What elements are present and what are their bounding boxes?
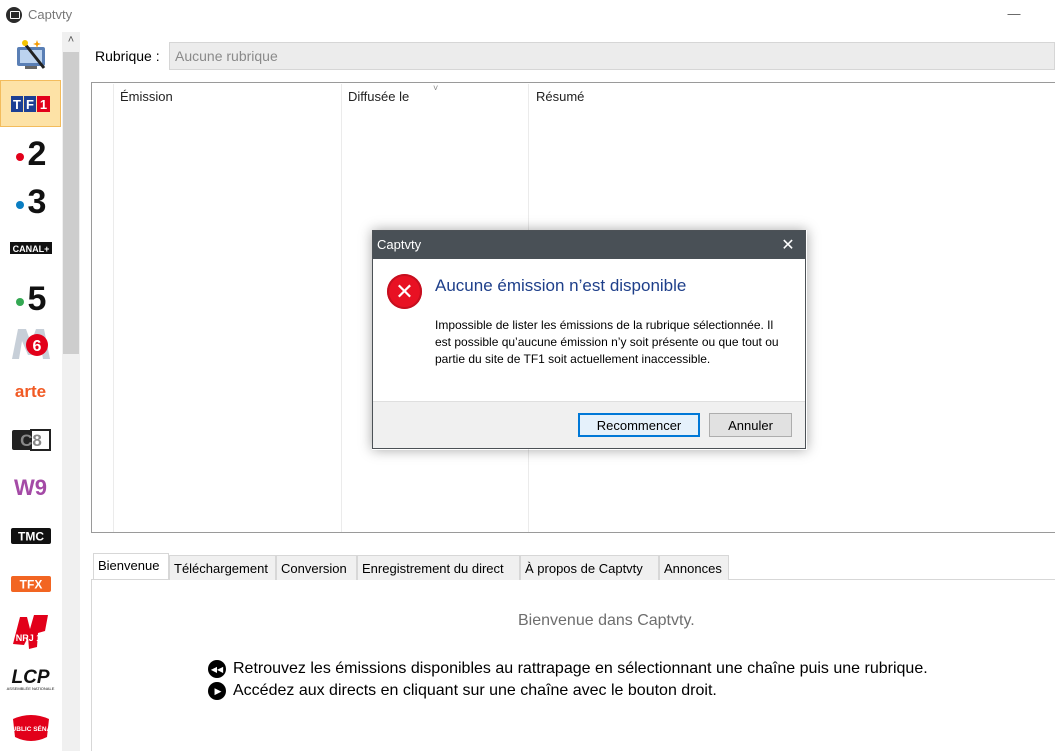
channel-nrj12[interactable]: NRJ 12: [0, 608, 61, 655]
minimize-button[interactable]: —: [1005, 6, 1023, 24]
captvty-app-icon: [6, 7, 22, 23]
column-header-emission[interactable]: Émission: [120, 89, 173, 104]
france-3-logo: 3: [15, 183, 46, 218]
dialog-titlebar: Captvty ✕: [373, 231, 805, 259]
channel-tf1[interactable]: T F 1: [0, 80, 61, 127]
m6-logo: 6: [11, 328, 50, 359]
tfx-logo-text: TFX: [19, 577, 42, 591]
rubrique-label: Rubrique :: [95, 48, 160, 64]
channel-france-3[interactable]: 3: [0, 176, 61, 223]
france-2-logo: 2: [15, 135, 46, 170]
sidebar-scroll-thumb[interactable]: [63, 52, 79, 354]
error-dialog: Captvty ✕ ✕ Aucune émission n’est dispon…: [372, 230, 806, 449]
arte-logo: arte: [14, 381, 47, 401]
dialog-heading: Aucune émission n’est disponible: [435, 276, 687, 295]
france-5-logo: 5: [15, 280, 46, 314]
magic-wand-icon: [16, 39, 45, 69]
column-header-resume[interactable]: Résumé: [536, 89, 584, 104]
public-senat-logo: PUBLIC SÉNAT: [11, 714, 51, 741]
sort-descending-icon: ˅: [433, 83, 439, 93]
column-divider: [341, 84, 342, 532]
tf1-logo: T F 1: [10, 95, 50, 112]
france-2-logo-digit: 2: [27, 135, 46, 170]
bottom-tabbar: Bienvenue Téléchargement Conversion Enre…: [91, 553, 1055, 580]
dialog-title: Captvty: [377, 237, 422, 252]
channel-france-5[interactable]: 5: [0, 272, 61, 319]
channel-lcp[interactable]: LCP ASSEMBLÉE NATIONALE: [0, 656, 61, 703]
column-divider: [113, 84, 114, 532]
lcp-logo: LCP ASSEMBLÉE NATIONALE: [7, 668, 55, 691]
france-3-logo-digit: 3: [27, 183, 46, 218]
channel-m6[interactable]: 6: [0, 320, 61, 367]
cancel-button[interactable]: Annuler: [709, 413, 792, 437]
lcp-logo-text: LCP: [11, 667, 50, 688]
nrj12-logo: NRJ 12: [12, 614, 48, 649]
tab-annonces[interactable]: Annonces: [659, 555, 729, 580]
hint-replay-text: Retrouvez les émissions disponibles au r…: [233, 660, 928, 677]
france-5-logo-digit: 5: [27, 280, 46, 314]
tf1-logo-label-f: F: [26, 97, 34, 112]
tab-a-propos[interactable]: À propos de Captvty: [520, 555, 659, 580]
tf1-logo-label-1: 1: [39, 97, 46, 112]
canal-plus-logo-text: CANAL+: [12, 244, 49, 254]
dialog-footer: Recommencer Annuler: [373, 401, 805, 448]
m6-logo-digit: 6: [32, 338, 41, 355]
channel-arte[interactable]: arte: [0, 368, 61, 415]
tfx-logo: TFX: [10, 575, 51, 592]
tab-enregistrement[interactable]: Enregistrement du direct: [357, 555, 520, 580]
hint-live: ▶ Accédez aux directs en cliquant sur un…: [208, 682, 717, 700]
error-icon: ✕: [387, 274, 422, 309]
tab-conversion[interactable]: Conversion: [276, 555, 357, 580]
channel-tmc[interactable]: TMC: [0, 512, 61, 559]
play-icon: ▶: [208, 682, 226, 700]
dialog-message: Impossible de lister les émissions de la…: [435, 318, 779, 366]
welcome-title: Bienvenue dans Captvty.: [518, 612, 695, 629]
tmc-logo-text: TMC: [18, 529, 44, 543]
tab-bienvenue[interactable]: Bienvenue: [93, 553, 169, 579]
channel-france-2[interactable]: 2: [0, 128, 61, 175]
c8-logo: C8: [11, 428, 51, 451]
lcp-logo-sublabel: ASSEMBLÉE NATIONALE: [6, 686, 55, 691]
scroll-up-arrow[interactable]: ˄: [62, 34, 80, 50]
rubrique-select[interactable]: Aucune rubrique: [169, 42, 1055, 70]
channel-w9[interactable]: W9: [0, 464, 61, 511]
window-title: Captvty: [28, 7, 73, 22]
public-senat-logo-text: PUBLIC SÉNAT: [11, 724, 51, 733]
hint-live-text: Accédez aux directs en cliquant sur une …: [233, 682, 717, 699]
column-header-diffusee[interactable]: Diffusée le: [348, 89, 409, 104]
channel-sidebar: T F 1 2 3 CANAL+ 5 6 arte C8 W9 TMC TFX …: [0, 32, 62, 751]
rewind-icon: ◀◀: [208, 660, 226, 678]
dialog-close-icon[interactable]: ✕: [778, 235, 798, 255]
w9-logo: W9: [14, 474, 47, 500]
channel-tfx[interactable]: TFX: [0, 560, 61, 607]
nrj12-logo-text: NRJ 12: [15, 633, 46, 643]
retry-button[interactable]: Recommencer: [578, 413, 700, 437]
hint-replay: ◀◀ Retrouvez les émissions disponibles a…: [208, 660, 928, 678]
tf1-logo-label-t: T: [13, 97, 21, 112]
c8-logo-text: C8: [20, 431, 42, 450]
canal-plus-logo: CANAL+: [9, 241, 52, 254]
tmc-logo: TMC: [10, 527, 51, 544]
tab-telechargement[interactable]: Téléchargement: [169, 555, 276, 580]
channel-c8[interactable]: C8: [0, 416, 61, 463]
channel-magic-wand[interactable]: [0, 32, 61, 79]
window-titlebar: Captvty —: [0, 0, 1055, 32]
channel-canal-plus[interactable]: CANAL+: [0, 224, 61, 271]
channel-public-senat[interactable]: PUBLIC SÉNAT: [0, 704, 61, 751]
